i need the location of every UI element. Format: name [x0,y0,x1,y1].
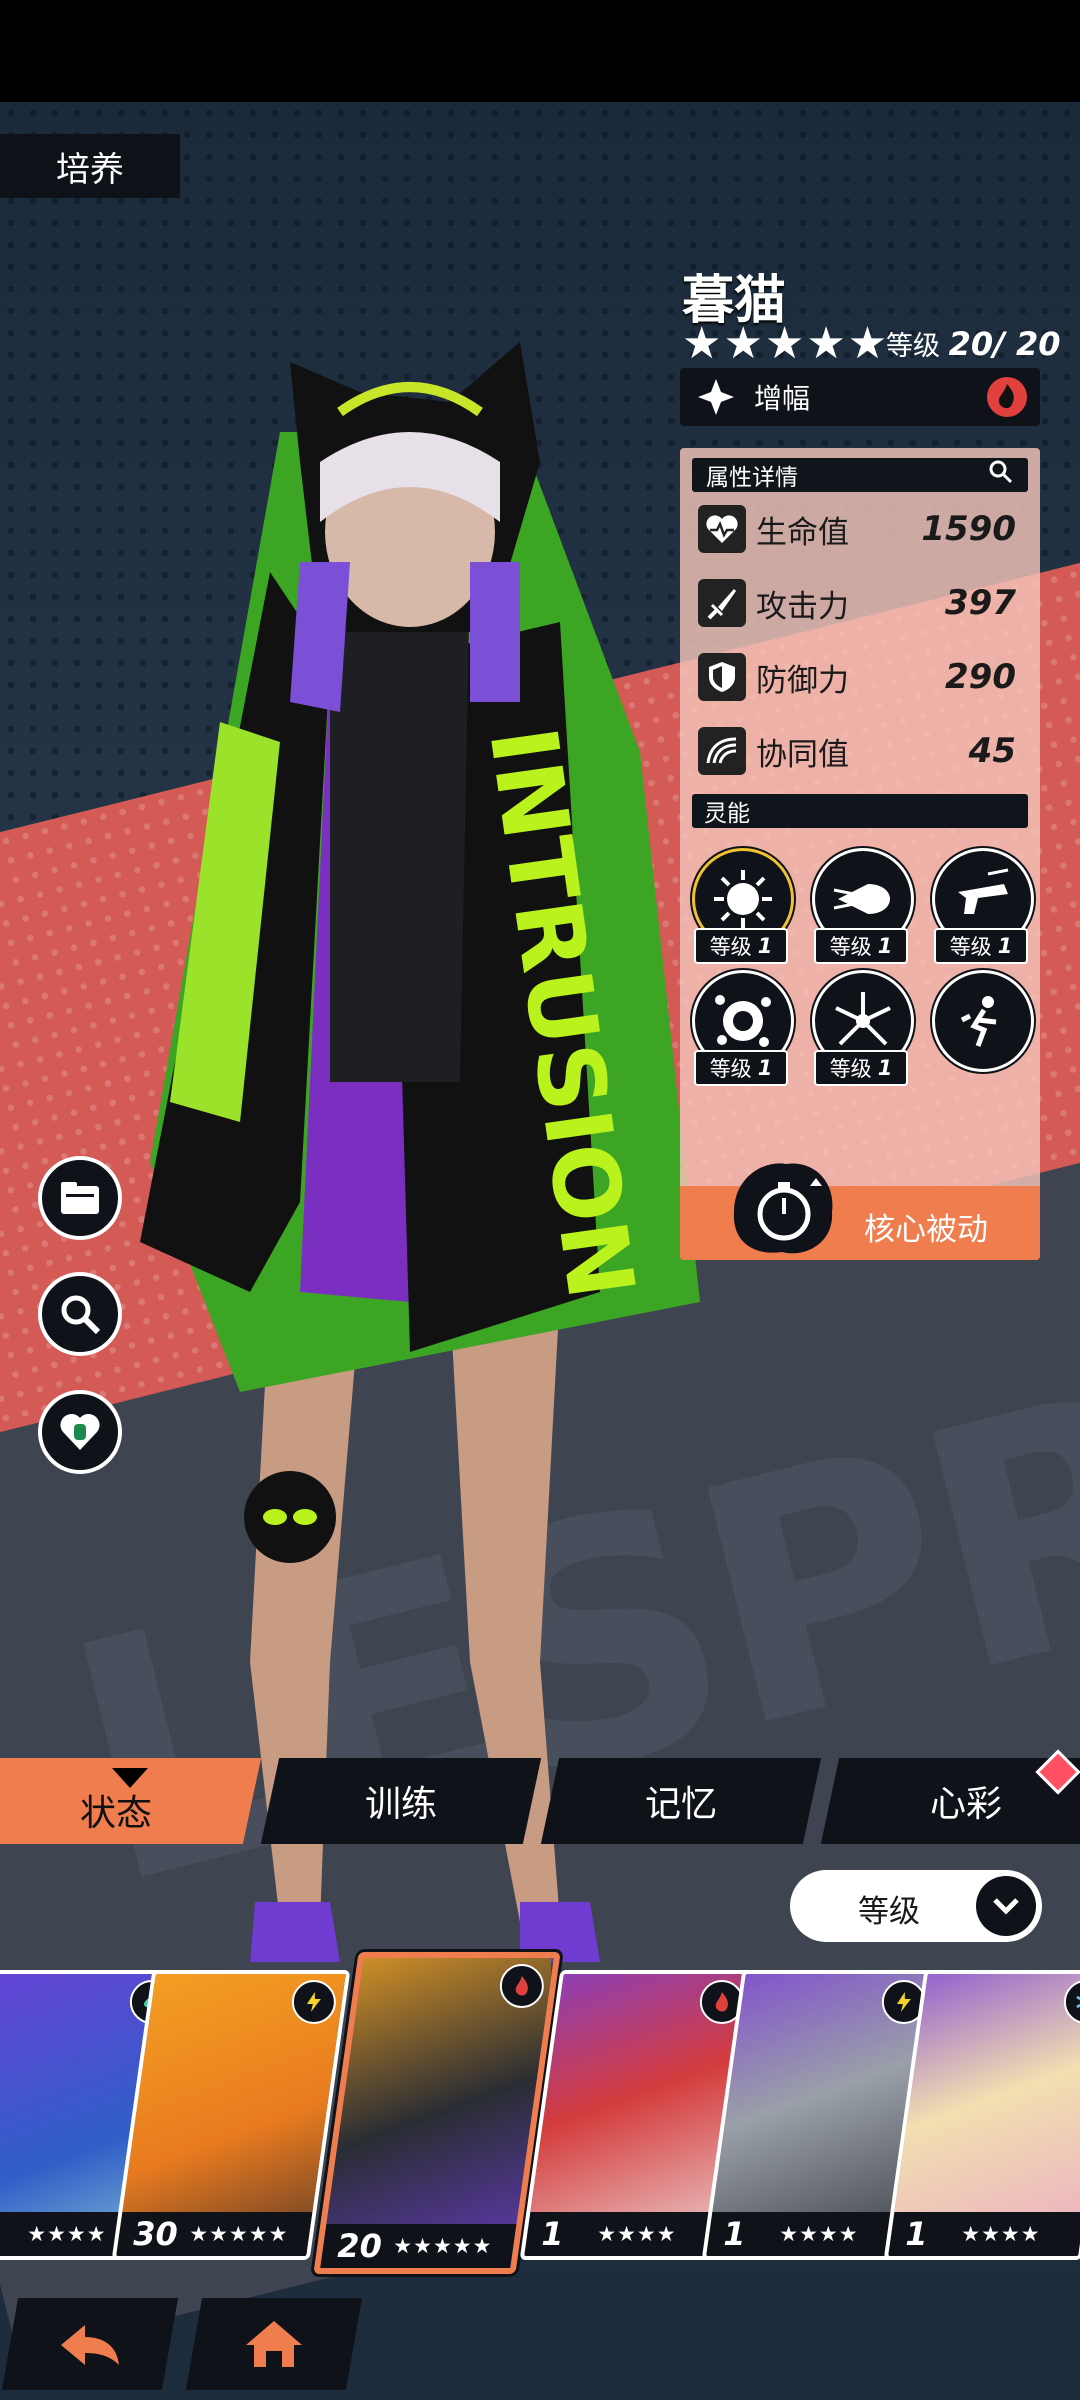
archive-button[interactable] [38,1156,122,1240]
sort-label: 等级 [858,1894,920,1930]
fire-element-icon [499,1964,544,2008]
skill-level-label: 等级 [709,1057,752,1081]
card-level: 30 [133,2215,178,2253]
sort-dropdown[interactable]: 等级 [790,1870,1042,1942]
heart-badge-button[interactable] [38,1390,122,1474]
inspect-button[interactable] [38,1272,122,1356]
card-stars: ★★★★★ [393,2234,493,2258]
stat-value: 1590 [921,509,1016,549]
gun-skill-icon [958,868,1009,914]
card-stars: ★★★★ [597,2222,677,2246]
thunder-element-icon [291,1980,336,2024]
card-level: 1 [541,2215,564,2253]
card-stars: ★★★★ [779,2222,859,2246]
skill-level-value: 1 [997,934,1013,958]
stat-hp: 生命值 1590 [680,492,1040,566]
attributes-title: 属性详情 [706,465,798,491]
status-bar [0,0,1080,102]
heart-pulse-icon [698,505,746,553]
fire-element-icon [986,376,1028,418]
attributes-panel: 属性详情 生命值 1590 攻击力 397 防御力 290 协同值 45 灵能 … [680,448,1040,1260]
shatter-skill-icon [835,992,891,1046]
stat-attack: 攻击力 397 [680,566,1040,640]
explosion-skill-icon [715,995,771,1047]
stat-value: 45 [968,731,1016,771]
folder-icon [61,1182,99,1214]
card-level: 1 [905,2215,928,2253]
core-passive-label: 核心被动 [864,1212,988,1248]
card-info: 1 ★★★★ [888,2212,1080,2256]
skill-level-label: 等级 [949,935,992,959]
element-bar[interactable]: 增幅 [680,368,1040,426]
skills-header: 灵能 [692,794,1028,828]
skill-6-button[interactable] [932,970,1034,1072]
skill-1-level: 等级 1 [694,928,788,964]
core-passive-button[interactable]: 核心被动 [680,1163,1040,1260]
character-level: 等级 20/ 20 [886,324,1060,363]
home-icon [246,2321,302,2367]
tab-label: 心彩 [929,1784,1002,1825]
active-tab-indicator [112,1768,148,1788]
skill-level-value: 1 [877,1056,893,1080]
stat-value: 397 [945,583,1016,623]
stat-synergy: 协同值 45 [680,714,1040,788]
skill-4-level: 等级 1 [694,1050,788,1086]
card-stars: ★★★★★ [189,2222,289,2246]
skill-level-value: 1 [757,1056,773,1080]
element-label: 增幅 [754,382,811,415]
attributes-header[interactable]: 属性详情 [692,458,1028,492]
level-value: 20/ 20 [948,325,1061,363]
dash-skill-icon [833,884,890,914]
card-level: 20 [337,2227,382,2265]
level-label: 等级 [886,331,940,362]
skill-2-level: 等级 1 [814,928,908,964]
skill-5-level: 等级 1 [814,1050,908,1086]
tab-label: 训练 [364,1784,437,1825]
skill-level-label: 等级 [829,1057,872,1081]
skill-level-label: 等级 [709,935,752,959]
shield-icon [698,653,746,701]
stat-label: 防御力 [756,662,849,699]
evade-skill-icon [960,996,997,1047]
back-arrow-icon [61,2325,119,2365]
back-button[interactable] [1,2298,179,2390]
card-info: 1 ★★★★ [524,2212,721,2256]
card-info: 1 ★★★★ [706,2212,903,2256]
stat-value: 290 [945,657,1016,697]
page-title: 培养 [0,134,180,198]
sword-icon [698,579,746,627]
roster-card[interactable]: 30 ★★★★★ [111,1970,351,2260]
tab-bar: 状态 训练 记忆 心彩 [0,1758,1080,1844]
wave-icon [698,727,746,775]
card-stars: ★★★★ [961,2222,1041,2246]
stat-defense: 防御力 290 [680,640,1040,714]
card-info: 20 ★★★★★ [320,2224,517,2268]
card-info: 30 ★★★★★ [116,2212,313,2256]
amplify-icon [694,375,738,419]
character-stars: ★★★★★ [682,318,890,369]
tab-label: 记忆 [644,1784,717,1825]
home-button[interactable] [185,2298,363,2390]
stat-label: 生命值 [756,514,849,551]
card-level: 1 [723,2215,746,2253]
search-icon [61,1295,101,1335]
character-roster: ★★★★ 30 ★★★★★ 20 ★★★★★ 1 ★★★★ 1 ★★★★ 1 ★★★★ [0,1952,1080,2274]
card-stars: ★★★★ [27,2222,107,2246]
tab-training[interactable]: 训练 [260,1758,542,1844]
stat-label: 攻击力 [756,588,849,625]
skill-level-value: 1 [757,934,773,958]
stat-label: 协同值 [756,736,849,773]
chevron-down-icon [976,1876,1036,1936]
heart-badge-icon [60,1413,100,1450]
stopwatch-icon [724,1152,844,1262]
skill-level-label: 等级 [829,935,872,959]
skill-3-level: 等级 1 [934,928,1028,964]
bottom-nav [0,2298,1080,2400]
magnifier-icon[interactable] [988,459,1014,491]
tab-memory[interactable]: 记忆 [540,1758,822,1844]
burst-skill-icon [714,870,772,928]
skills-grid: 等级 1 等级 1 等级 1 等级 1 等级 1 [680,828,1040,1108]
skill-level-value: 1 [877,934,893,958]
